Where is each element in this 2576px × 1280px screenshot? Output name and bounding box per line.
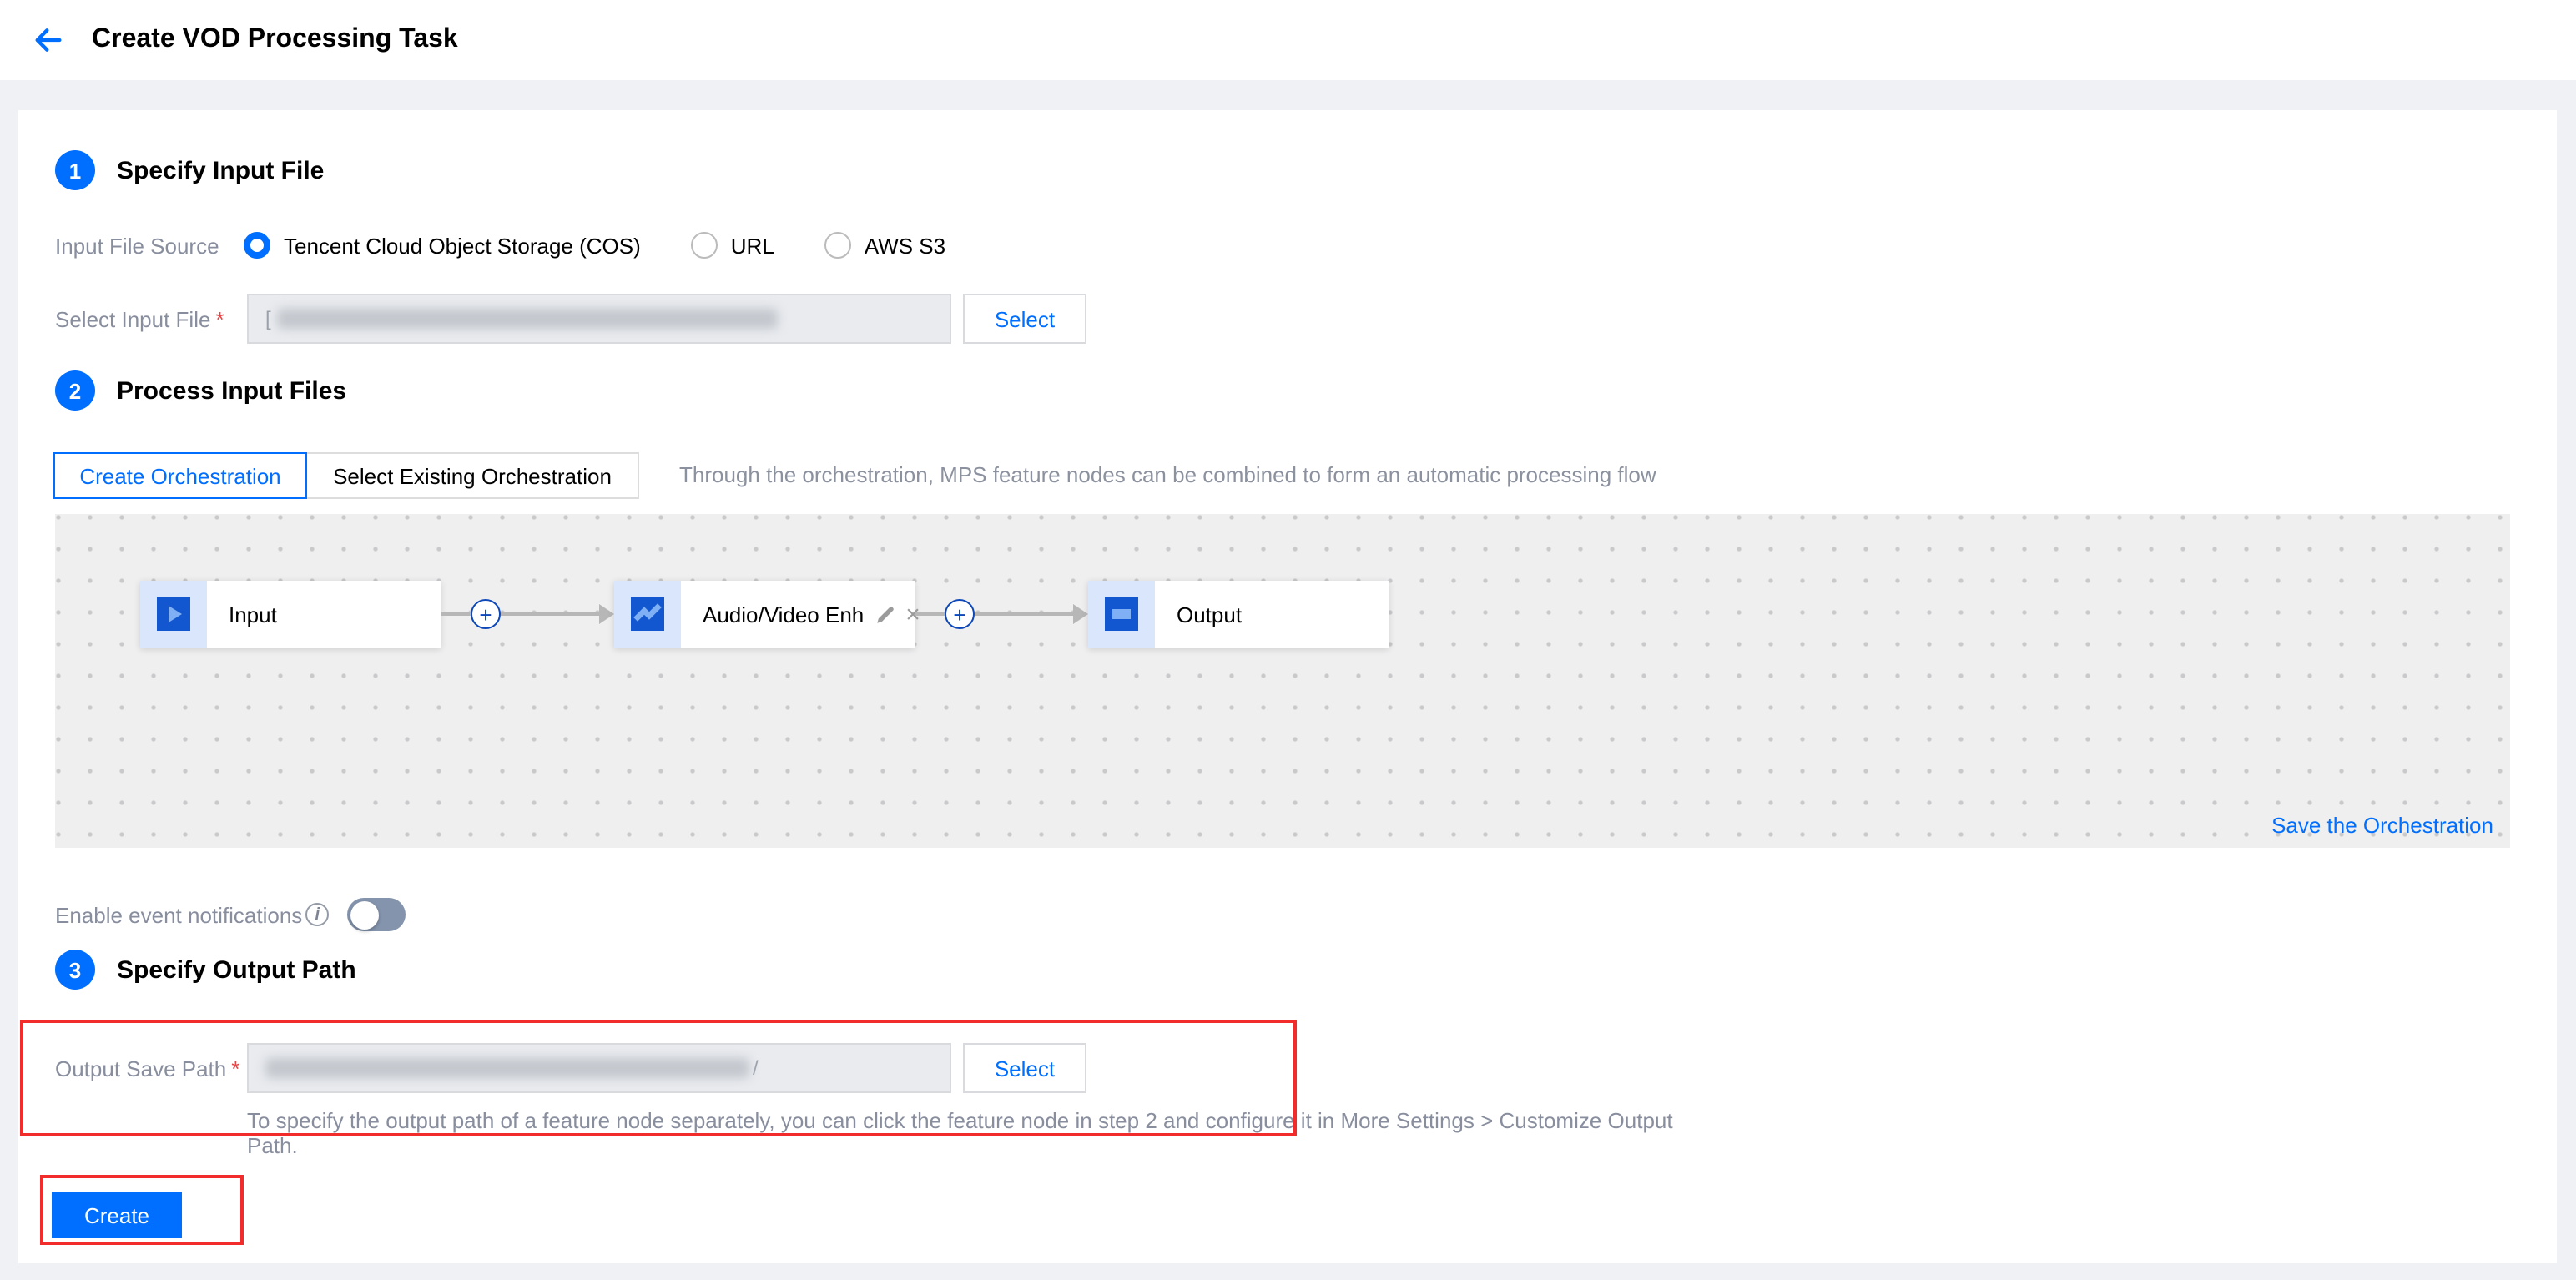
top-bar: Create VOD Processing Task [0, 0, 2576, 80]
orchestration-tabs: Create Orchestration Select Existing Orc… [53, 452, 639, 499]
radio-url-label: URL [731, 233, 774, 258]
info-icon[interactable]: i [305, 903, 329, 926]
event-notifications-row: Enable event notifications i [55, 896, 329, 933]
tab-create-orchestration[interactable]: Create Orchestration [53, 452, 307, 499]
orchestration-canvas[interactable]: Input + Audio/Video Enh [55, 514, 2510, 848]
node-input[interactable]: Input [140, 581, 441, 648]
select-input-file-button[interactable]: Select [963, 294, 1086, 344]
step-3-title: Specify Output Path [117, 955, 356, 984]
radio-aws-s3-label: AWS S3 [865, 233, 945, 258]
radio-aws-s3[interactable]: AWS S3 [824, 232, 945, 259]
input-file-field: [ [247, 294, 951, 344]
step-3-badge: 3 [55, 950, 95, 990]
step-2-title: Process Input Files [117, 376, 346, 405]
add-node-button[interactable]: + [471, 599, 501, 629]
required-asterisk: * [231, 1056, 239, 1081]
page-title: Create VOD Processing Task [92, 25, 458, 55]
event-notifications-label: Enable event notifications [55, 902, 302, 927]
select-input-file-row: Select Input File* [ [55, 294, 951, 344]
connector-line [975, 612, 1073, 616]
required-asterisk: * [215, 306, 224, 331]
radio-unselected-icon [824, 232, 851, 259]
edit-node-icon[interactable] [874, 603, 895, 625]
output-save-path-row: Output Save Path* / [55, 1043, 951, 1093]
output-path-field: / [247, 1043, 951, 1093]
arrowhead-icon [599, 604, 614, 624]
select-output-path-button[interactable]: Select [963, 1043, 1086, 1093]
add-node-button[interactable]: + [945, 599, 975, 629]
page: Create VOD Processing Task 1 Specify Inp… [0, 0, 2576, 1280]
field-visible-text: [ [265, 307, 271, 330]
play-icon [140, 581, 207, 648]
arrowhead-icon [1073, 604, 1088, 624]
back-arrow-icon[interactable] [32, 23, 65, 57]
radio-selected-icon [244, 232, 270, 259]
step-2-badge: 2 [55, 370, 95, 411]
input-file-source-radio-group: Tencent Cloud Object Storage (COS) URL A… [244, 232, 945, 259]
step-2-header: 2 Process Input Files [55, 370, 346, 411]
event-notifications-toggle[interactable] [347, 898, 406, 931]
output-path-hint: To specify the output path of a feature … [247, 1108, 1682, 1158]
waveform-icon [614, 581, 681, 648]
node-input-label: Input [229, 602, 277, 627]
radio-cos-label: Tencent Cloud Object Storage (COS) [284, 233, 641, 258]
node-actions: × [874, 602, 920, 627]
tab-select-existing-orchestration[interactable]: Select Existing Orchestration [305, 452, 639, 499]
output-icon [1088, 581, 1155, 648]
create-button[interactable]: Create [52, 1192, 182, 1238]
step-1-header: 1 Specify Input File [55, 150, 324, 190]
redacted-value [278, 309, 779, 329]
redacted-value [265, 1058, 749, 1078]
radio-unselected-icon [691, 232, 718, 259]
content-card: 1 Specify Input File Input File Source T… [18, 110, 2557, 1263]
connector-line [915, 612, 945, 616]
step-3-header: 3 Specify Output Path [55, 950, 356, 990]
input-file-source-row: Input File Source Tencent Cloud Object S… [55, 227, 945, 264]
connector-line [441, 612, 471, 616]
step-1-title: Specify Input File [117, 156, 324, 184]
step-1-badge: 1 [55, 150, 95, 190]
node-output[interactable]: Output [1088, 581, 1389, 648]
orchestration-description: Through the orchestration, MPS feature n… [679, 462, 1656, 487]
radio-cos[interactable]: Tencent Cloud Object Storage (COS) [244, 232, 641, 259]
node-output-label: Output [1177, 602, 1242, 627]
node-audio-video-label: Audio/Video Enh [703, 602, 864, 627]
select-input-file-label: Select Input File* [55, 306, 247, 331]
field-visible-text: / [753, 1056, 759, 1080]
connector-line [501, 612, 599, 616]
toggle-knob [350, 900, 378, 929]
save-orchestration-link[interactable]: Save the Orchestration [2271, 813, 2493, 838]
output-save-path-label: Output Save Path* [55, 1056, 247, 1081]
radio-url[interactable]: URL [691, 232, 774, 259]
node-audio-video-enhance[interactable]: Audio/Video Enh × [614, 581, 915, 648]
input-file-source-label: Input File Source [55, 233, 244, 258]
